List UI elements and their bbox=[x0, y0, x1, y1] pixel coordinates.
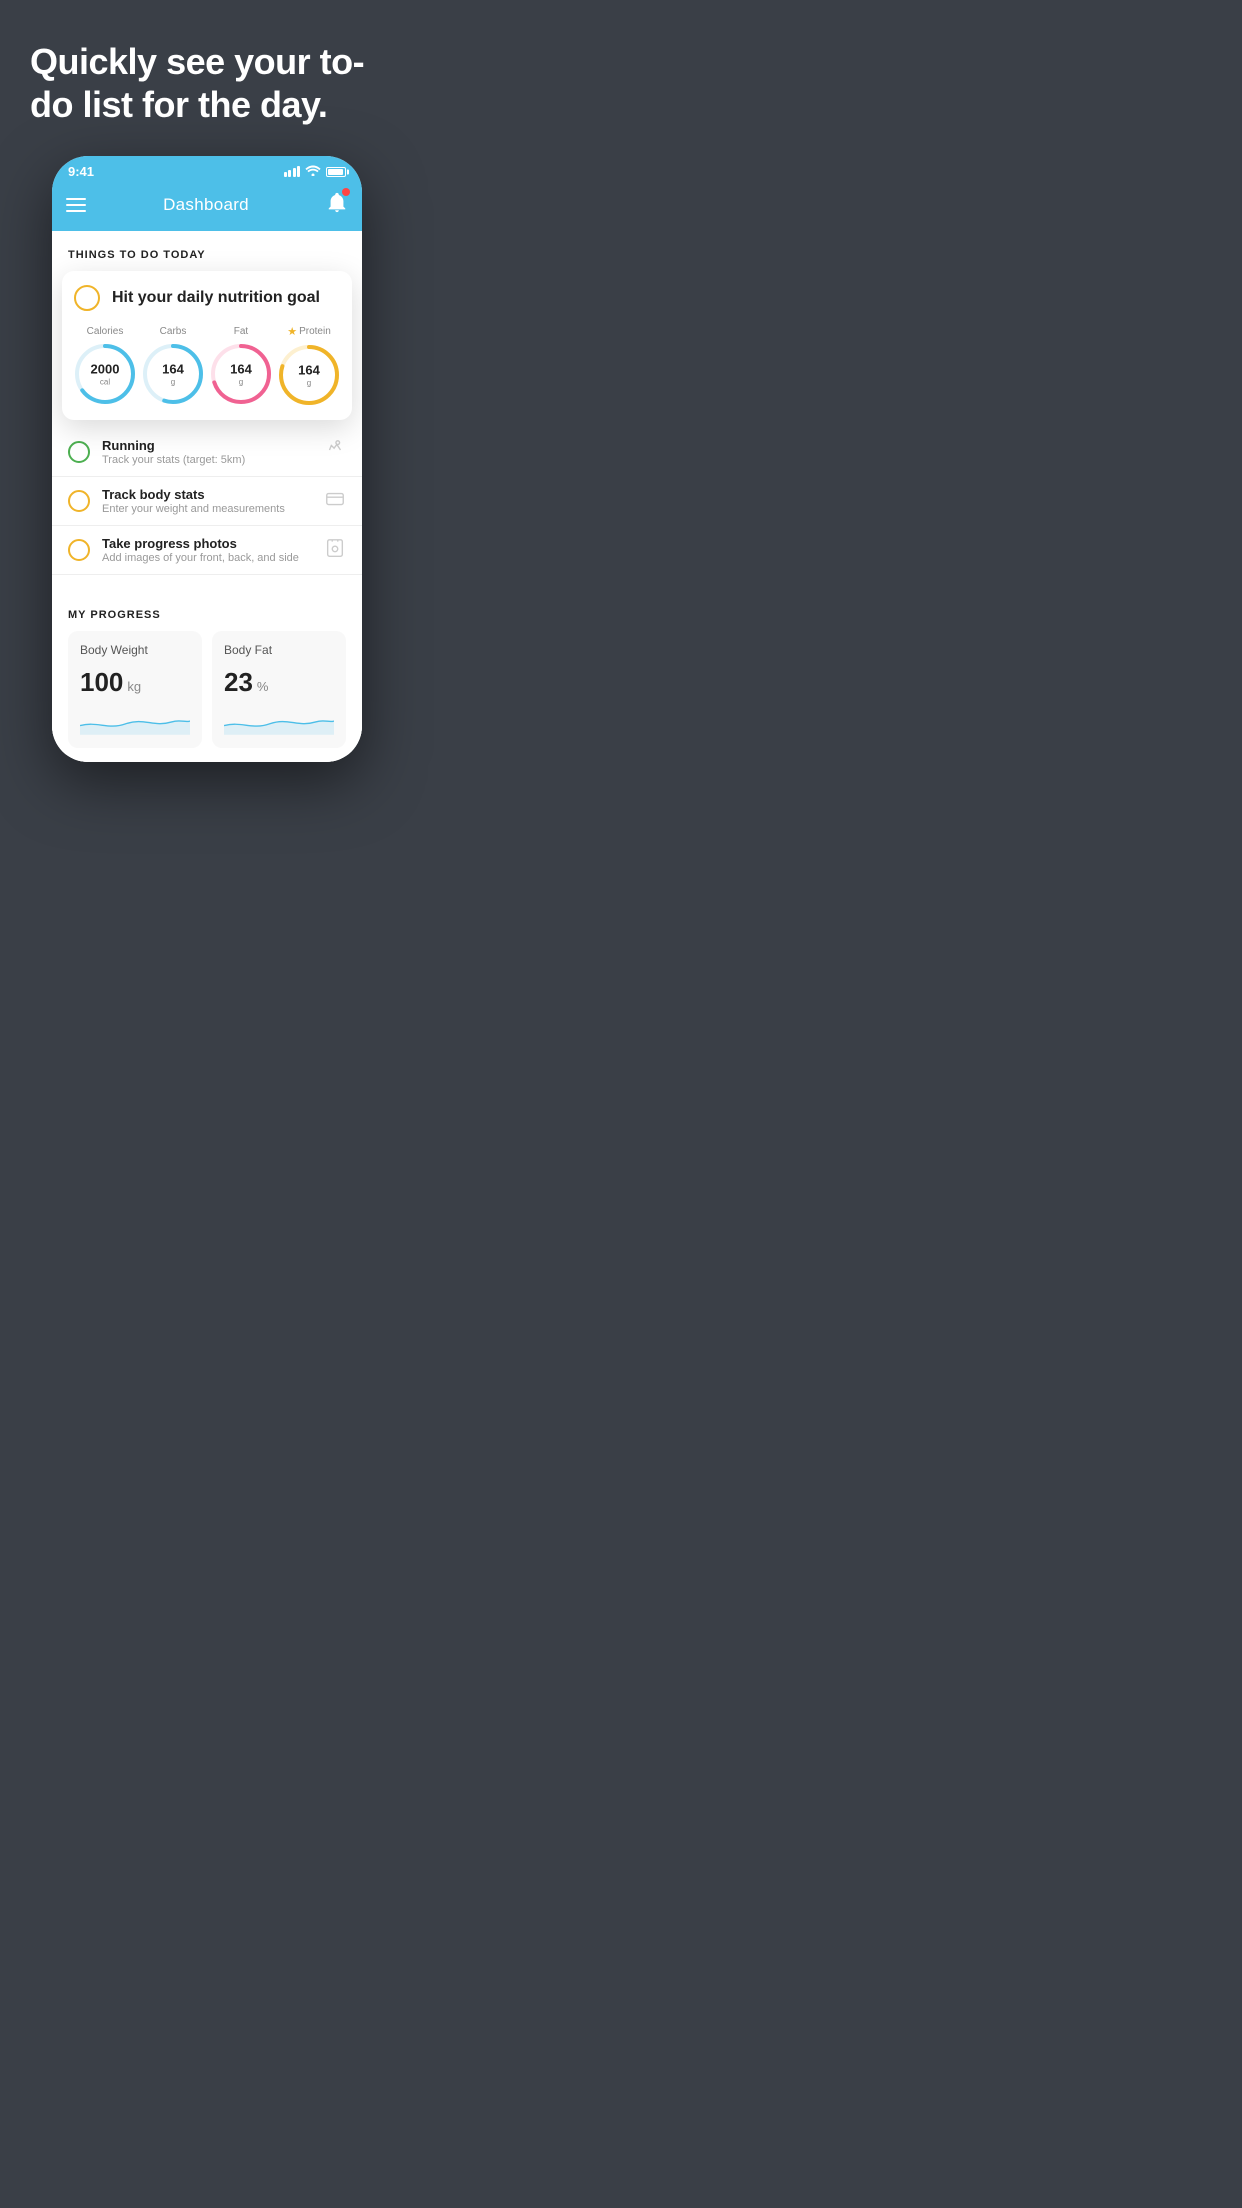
page-wrapper: Quickly see your to-do list for the day.… bbox=[0, 0, 414, 802]
donut-chart: 164 g bbox=[278, 344, 340, 406]
todo-circle bbox=[68, 441, 90, 463]
donut-value: 164 bbox=[230, 363, 252, 377]
nutrition-card: Hit your daily nutrition goal Calories 2… bbox=[62, 271, 352, 420]
progress-value-row: 23 % bbox=[224, 667, 334, 698]
stat-label: Fat bbox=[234, 326, 248, 337]
stat-label: Calories bbox=[87, 326, 124, 337]
progress-label: MY PROGRESS bbox=[68, 609, 346, 621]
spacer bbox=[52, 575, 362, 595]
progress-card-body-weight[interactable]: Body Weight 100 kg bbox=[68, 631, 202, 748]
mini-chart bbox=[80, 706, 190, 736]
todo-action-icon bbox=[324, 488, 346, 515]
notifications-button[interactable] bbox=[326, 191, 348, 219]
signal-icon bbox=[284, 166, 301, 177]
things-label: THINGS TO DO TODAY bbox=[68, 249, 206, 261]
donut-chart: 164 g bbox=[142, 343, 204, 405]
nutrition-check[interactable] bbox=[74, 285, 100, 311]
progress-section: MY PROGRESS Body Weight 100 kg Body Fat … bbox=[52, 595, 362, 762]
nutrition-stat-protein: ★Protein 164 g bbox=[278, 325, 340, 406]
donut-label: 164 g bbox=[298, 364, 320, 387]
nutrition-title-row: Hit your daily nutrition goal bbox=[74, 285, 340, 311]
progress-card-title: Body Weight bbox=[80, 643, 190, 657]
todo-circle bbox=[68, 490, 90, 512]
todo-item[interactable]: Take progress photos Add images of your … bbox=[52, 526, 362, 575]
donut-label: 2000 cal bbox=[91, 363, 120, 386]
donut-value: 2000 bbox=[91, 363, 120, 377]
todo-action-icon bbox=[324, 439, 346, 466]
progress-unit: kg bbox=[127, 679, 141, 694]
hero-section: Quickly see your to-do list for the day. bbox=[0, 0, 414, 156]
nutrition-stat-fat: Fat 164 g bbox=[210, 326, 272, 405]
menu-button[interactable] bbox=[66, 198, 86, 212]
todo-circle bbox=[68, 539, 90, 561]
donut-chart: 2000 cal bbox=[74, 343, 136, 405]
todo-text: Take progress photos Add images of your … bbox=[102, 536, 312, 564]
todo-list: Running Track your stats (target: 5km) T… bbox=[52, 428, 362, 575]
donut-chart: 164 g bbox=[210, 343, 272, 405]
phone-body: THINGS TO DO TODAY Hit your daily nutrit… bbox=[52, 231, 362, 762]
status-icons bbox=[284, 165, 347, 179]
donut-unit: g bbox=[230, 377, 252, 386]
nutrition-stats: Calories 2000 cal Carbs 164 g Fat 164 g … bbox=[74, 325, 340, 406]
progress-big-value: 100 bbox=[80, 667, 123, 698]
app-title: Dashboard bbox=[163, 195, 249, 215]
todo-text: Running Track your stats (target: 5km) bbox=[102, 438, 312, 466]
todo-subtitle: Enter your weight and measurements bbox=[102, 503, 312, 515]
todo-item[interactable]: Running Track your stats (target: 5km) bbox=[52, 428, 362, 477]
hero-title: Quickly see your to-do list for the day. bbox=[30, 40, 384, 126]
todo-title: Track body stats bbox=[102, 487, 312, 502]
stat-label-protein: ★Protein bbox=[287, 325, 331, 338]
phone-mockup: 9:41 bbox=[52, 156, 362, 762]
donut-value: 164 bbox=[298, 364, 320, 378]
todo-subtitle: Add images of your front, back, and side bbox=[102, 552, 312, 564]
progress-cards: Body Weight 100 kg Body Fat 23 % bbox=[68, 631, 346, 762]
wifi-icon bbox=[305, 165, 321, 179]
donut-label: 164 g bbox=[230, 363, 252, 386]
app-header: Dashboard bbox=[52, 183, 362, 231]
todo-text: Track body stats Enter your weight and m… bbox=[102, 487, 312, 515]
nutrition-stat-calories: Calories 2000 cal bbox=[74, 326, 136, 405]
nutrition-stat-carbs: Carbs 164 g bbox=[142, 326, 204, 405]
todo-item[interactable]: Track body stats Enter your weight and m… bbox=[52, 477, 362, 526]
todo-title: Running bbox=[102, 438, 312, 453]
notification-badge bbox=[342, 188, 350, 196]
nutrition-card-title: Hit your daily nutrition goal bbox=[112, 289, 320, 307]
things-section: THINGS TO DO TODAY bbox=[52, 231, 362, 271]
todo-subtitle: Track your stats (target: 5km) bbox=[102, 454, 312, 466]
bottom-spacer bbox=[0, 762, 414, 802]
mini-chart bbox=[224, 706, 334, 736]
progress-card-body-fat[interactable]: Body Fat 23 % bbox=[212, 631, 346, 748]
donut-unit: g bbox=[162, 377, 184, 386]
progress-unit: % bbox=[257, 679, 269, 694]
donut-label: 164 g bbox=[162, 363, 184, 386]
todo-action-icon bbox=[324, 537, 346, 564]
donut-value: 164 bbox=[162, 363, 184, 377]
stat-label: Carbs bbox=[160, 326, 187, 337]
donut-unit: g bbox=[298, 378, 320, 387]
donut-unit: cal bbox=[91, 377, 120, 386]
progress-card-title: Body Fat bbox=[224, 643, 334, 657]
status-bar: 9:41 bbox=[52, 156, 362, 183]
progress-big-value: 23 bbox=[224, 667, 253, 698]
battery-icon bbox=[326, 167, 346, 177]
progress-value-row: 100 kg bbox=[80, 667, 190, 698]
time-display: 9:41 bbox=[68, 164, 94, 179]
todo-title: Take progress photos bbox=[102, 536, 312, 551]
